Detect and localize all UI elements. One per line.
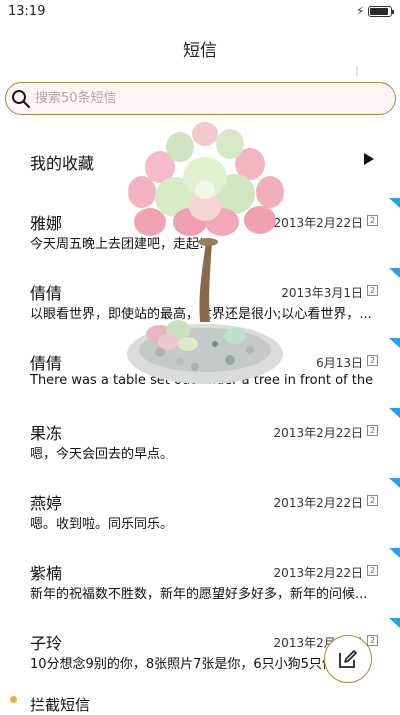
favorites-label: 我的收藏 bbox=[30, 154, 95, 173]
message-preview: 今天周五晚上去团建吧，走起! bbox=[30, 237, 205, 252]
favorites-row[interactable]: 我的收藏 bbox=[0, 138, 400, 182]
contact-name: 倩倩 bbox=[30, 284, 63, 303]
conversation-row[interactable]: 紫楠 2013年2月22日 2 新年的祝福数不胜数，新年的愿望好多好多，新年的问候..… bbox=[0, 548, 400, 630]
contact-name: 雅娜 bbox=[30, 214, 63, 233]
contact-name: 紫楠 bbox=[30, 564, 63, 583]
scroll-indicator bbox=[356, 66, 358, 76]
search-bar[interactable] bbox=[5, 82, 396, 115]
unread-corner-marker bbox=[389, 338, 400, 348]
message-count-badge: 2 bbox=[367, 215, 378, 226]
message-count-badge: 2 bbox=[367, 425, 378, 436]
play-arrow-icon bbox=[364, 153, 374, 165]
status-bar: 13:19 ⚡ bbox=[0, 0, 400, 24]
conversation-row[interactable]: 倩倩 6月13日 2 There was a table set out under … bbox=[0, 338, 400, 420]
status-time: 13:19 bbox=[8, 4, 46, 19]
conversation-row[interactable]: 燕婷 2013年2月22日 2 嗯。收到啦。同乐同乐。 bbox=[0, 478, 400, 560]
conversation-row[interactable]: 果冻 2013年2月22日 2 嗯，今天会回去的早点。 bbox=[0, 408, 400, 490]
battery-level bbox=[370, 8, 388, 15]
contact-name: 子玲 bbox=[30, 634, 63, 653]
battery-icon bbox=[368, 6, 394, 17]
blocked-messages-section[interactable]: 拦截短信 bbox=[0, 692, 400, 714]
compose-icon bbox=[339, 650, 357, 668]
message-preview: There was a table set out under a tree i… bbox=[30, 373, 378, 388]
contact-name: 果冻 bbox=[30, 424, 63, 443]
contact-name: 倩倩 bbox=[30, 354, 63, 373]
message-date: 2013年2月22日 bbox=[273, 216, 363, 230]
message-date: 2013年2月22日 bbox=[273, 426, 363, 440]
charging-icon: ⚡ bbox=[356, 4, 365, 18]
message-date: 2013年2月22日 bbox=[273, 566, 363, 580]
unread-corner-marker bbox=[389, 548, 400, 558]
section-dot bbox=[10, 696, 17, 703]
unread-corner-marker bbox=[389, 478, 400, 488]
section-label: 拦截短信 bbox=[30, 696, 91, 714]
message-date: 6月13日 bbox=[316, 356, 363, 370]
message-preview: 新年的祝福数不胜数，新年的愿望好多好多，新年的问候... bbox=[30, 587, 368, 602]
unread-corner-marker bbox=[389, 268, 400, 278]
message-preview: 嗯，今天会回去的早点。 bbox=[30, 447, 174, 462]
search-input[interactable] bbox=[35, 83, 375, 114]
message-count-badge: 2 bbox=[367, 635, 378, 646]
message-count-badge: 2 bbox=[367, 285, 378, 296]
message-count-badge: 2 bbox=[367, 495, 378, 506]
message-count-badge: 2 bbox=[367, 565, 378, 576]
message-preview: 嗯。收到啦。同乐同乐。 bbox=[30, 517, 174, 532]
message-preview: 以眼看世界，即使站的最高，世界还是很小;以心看世界，... bbox=[30, 307, 372, 322]
contact-name: 燕婷 bbox=[30, 494, 63, 513]
unread-corner-marker bbox=[389, 618, 400, 628]
conversation-row[interactable]: 倩倩 2013年3月1日 2 以眼看世界，即使站的最高，世界还是很小;以心看世界，..… bbox=[0, 268, 400, 350]
unread-corner-marker bbox=[389, 198, 400, 208]
unread-corner-marker bbox=[389, 408, 400, 418]
page-title: 短信 bbox=[183, 41, 217, 61]
message-date: 2013年3月1日 bbox=[281, 286, 363, 300]
conversation-row[interactable]: 雅娜 2013年2月22日 2 今天周五晚上去团建吧，走起! bbox=[0, 198, 400, 280]
message-count-badge: 2 bbox=[367, 355, 378, 366]
compose-button[interactable] bbox=[324, 635, 372, 683]
search-icon bbox=[12, 90, 31, 109]
message-date: 2013年2月22日 bbox=[273, 496, 363, 510]
